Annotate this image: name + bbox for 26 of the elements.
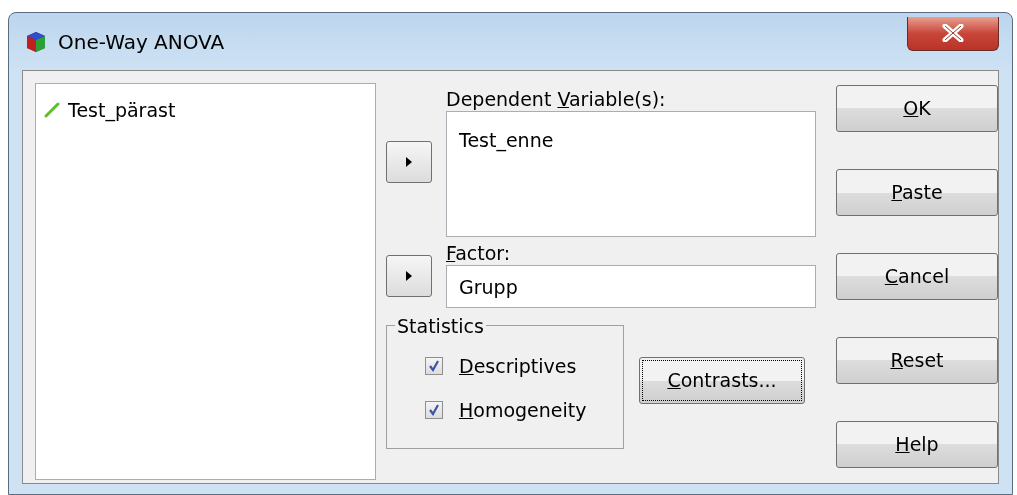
factor-label: Factor: bbox=[446, 241, 512, 265]
dependent-variable-item[interactable]: Test_enne bbox=[459, 126, 554, 155]
help-button[interactable]: Help bbox=[836, 421, 998, 468]
contrasts-button[interactable]: Contrasts... bbox=[639, 357, 805, 404]
cancel-button[interactable]: Cancel bbox=[836, 253, 998, 300]
factor-field[interactable]: Grupp bbox=[446, 265, 816, 308]
reset-button[interactable]: Reset bbox=[836, 337, 998, 384]
triangle-icon bbox=[405, 157, 413, 167]
checkbox[interactable] bbox=[425, 357, 443, 375]
dependent-variables-label: Dependent Variable(s): bbox=[446, 87, 667, 111]
dependent-variables-list[interactable]: Test_enne bbox=[446, 111, 816, 237]
move-to-dependent-button[interactable] bbox=[386, 141, 432, 183]
ruler-icon bbox=[44, 102, 60, 119]
paste-button[interactable]: Paste bbox=[836, 169, 998, 216]
checkbox-label: Homogeneity bbox=[459, 397, 587, 423]
close-icon bbox=[942, 24, 964, 42]
checkbox-label: Descriptives bbox=[459, 353, 577, 379]
ok-button[interactable]: OK bbox=[836, 85, 998, 132]
variable-list[interactable]: Test_pärast bbox=[35, 83, 376, 480]
close-button[interactable] bbox=[907, 16, 999, 51]
move-to-factor-button[interactable] bbox=[386, 255, 432, 297]
variable-item[interactable]: Test_pärast bbox=[68, 96, 176, 125]
cube-icon bbox=[26, 30, 46, 53]
window-title: One-Way ANOVA bbox=[58, 28, 225, 56]
checkbox[interactable] bbox=[425, 401, 443, 419]
triangle-icon bbox=[405, 271, 413, 281]
